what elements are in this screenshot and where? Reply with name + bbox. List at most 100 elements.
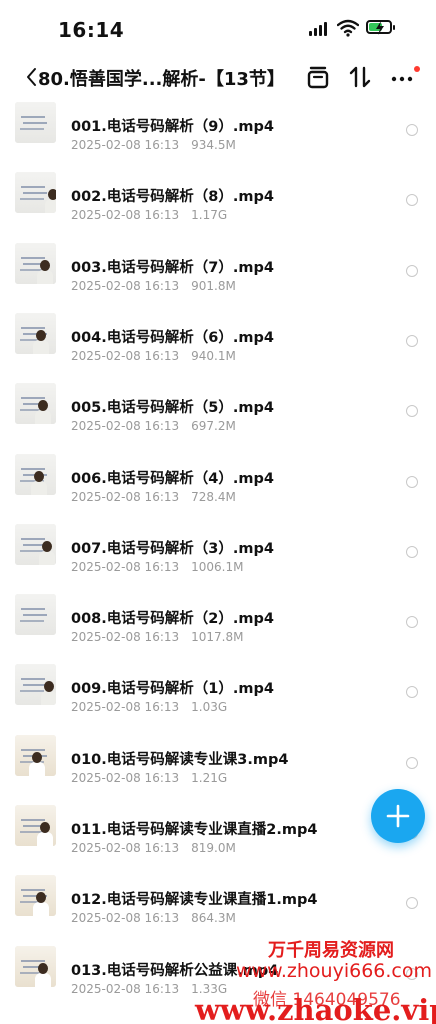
file-date: 2025-02-08 16:13 — [71, 349, 180, 363]
file-size: 1.21G — [191, 771, 228, 785]
file-date: 2025-02-08 16:13 — [71, 138, 180, 152]
file-meta: 2025-02-08 16:13 1.03G — [71, 700, 227, 714]
file-date: 2025-02-08 16:13 — [71, 208, 180, 222]
file-meta: 2025-02-08 16:13 934.5M — [71, 138, 236, 152]
file-row[interactable]: 006.电话号码解析（4）.mp4 2025-02-08 16:13 728.4M — [0, 454, 436, 514]
file-size: 1006.1M — [191, 560, 244, 574]
file-row[interactable]: 008.电话号码解析（2）.mp4 2025-02-08 16:13 1017.8M — [0, 594, 436, 654]
status-bar: 16:14 — [0, 0, 436, 56]
file-name: 010.电话号码解读专业课3.mp4 — [71, 752, 289, 768]
file-meta: 2025-02-08 16:13 819.0M — [71, 841, 236, 855]
file-date: 2025-02-08 16:13 — [71, 419, 180, 433]
status-time: 16:14 — [58, 18, 125, 42]
select-radio[interactable] — [406, 616, 418, 628]
screen: 16:14 80.悟善国学...解析-【13节】 001.电话号码解析（9）.m… — [0, 0, 436, 1024]
file-name: 002.电话号码解析（8）.mp4 — [71, 189, 274, 205]
file-name: 003.电话号码解析（7）.mp4 — [71, 260, 274, 276]
file-row[interactable]: 001.电话号码解析（9）.mp4 2025-02-08 16:13 934.5M — [0, 102, 436, 162]
file-date: 2025-02-08 16:13 — [71, 841, 180, 855]
file-row[interactable]: 010.电话号码解读专业课3.mp4 2025-02-08 16:13 1.21G — [0, 735, 436, 795]
file-meta: 2025-02-08 16:13 1.21G — [71, 771, 227, 785]
file-row[interactable]: 009.电话号码解析（1）.mp4 2025-02-08 16:13 1.03G — [0, 664, 436, 724]
select-radio[interactable] — [406, 546, 418, 558]
file-size: 1.03G — [191, 700, 228, 714]
file-meta: 2025-02-08 16:13 1006.1M — [71, 560, 243, 574]
file-row[interactable]: 004.电话号码解析（6）.mp4 2025-02-08 16:13 940.1M — [0, 313, 436, 373]
video-thumbnail — [15, 664, 56, 705]
select-radio[interactable] — [406, 405, 418, 417]
file-date: 2025-02-08 16:13 — [71, 560, 180, 574]
wifi-icon — [337, 19, 359, 37]
battery-icon — [366, 20, 395, 35]
file-name: 006.电话号码解析（4）.mp4 — [71, 471, 274, 487]
file-date: 2025-02-08 16:13 — [71, 279, 180, 293]
file-meta: 2025-02-08 16:13 1.17G — [71, 208, 227, 222]
file-meta: 2025-02-08 16:13 1.33G — [71, 982, 227, 996]
file-date: 2025-02-08 16:13 — [71, 630, 180, 644]
video-thumbnail — [15, 875, 56, 916]
file-name: 004.电话号码解析（6）.mp4 — [71, 330, 274, 346]
file-meta: 2025-02-08 16:13 728.4M — [71, 490, 236, 504]
file-meta: 2025-02-08 16:13 1017.8M — [71, 630, 243, 644]
file-size: 1017.8M — [191, 630, 244, 644]
file-name: 005.电话号码解析（5）.mp4 — [71, 400, 274, 416]
file-date: 2025-02-08 16:13 — [71, 982, 180, 996]
file-row[interactable]: 007.电话号码解析（3）.mp4 2025-02-08 16:13 1006.1M — [0, 524, 436, 584]
file-name: 001.电话号码解析（9）.mp4 — [71, 119, 274, 135]
video-thumbnail — [15, 454, 56, 495]
file-size: 1.33G — [191, 982, 228, 996]
select-radio[interactable] — [406, 194, 418, 206]
header: 80.悟善国学...解析-【13节】 — [0, 58, 436, 98]
signal-icon — [309, 22, 331, 36]
file-size: 728.4M — [191, 490, 236, 504]
video-thumbnail — [15, 102, 56, 143]
file-size: 1.17G — [191, 208, 228, 222]
select-radio[interactable] — [406, 476, 418, 488]
file-size: 819.0M — [191, 841, 236, 855]
file-size: 940.1M — [191, 349, 236, 363]
more-icon[interactable] — [390, 64, 414, 90]
select-radio[interactable] — [406, 968, 418, 980]
select-radio[interactable] — [406, 897, 418, 909]
file-name: 008.电话号码解析（2）.mp4 — [71, 611, 274, 627]
file-name: 007.电话号码解析（3）.mp4 — [71, 541, 274, 557]
file-row[interactable]: 005.电话号码解析（5）.mp4 2025-02-08 16:13 697.2M — [0, 383, 436, 443]
file-meta: 2025-02-08 16:13 901.8M — [71, 279, 236, 293]
file-meta: 2025-02-08 16:13 697.2M — [71, 419, 236, 433]
file-name: 013.电话号码解析公益课.mp4 — [71, 963, 279, 979]
select-radio[interactable] — [406, 124, 418, 136]
video-thumbnail — [15, 805, 56, 846]
file-meta: 2025-02-08 16:13 940.1M — [71, 349, 236, 363]
page-title: 80.悟善国学...解析-【13节】 — [38, 69, 285, 90]
file-row[interactable]: 013.电话号码解析公益课.mp4 2025-02-08 16:13 1.33G — [0, 946, 436, 1006]
notification-dot — [414, 66, 420, 72]
select-icon[interactable] — [306, 64, 330, 90]
video-thumbnail — [15, 243, 56, 284]
plus-icon — [386, 804, 410, 828]
file-name: 012.电话号码解读专业课直播1.mp4 — [71, 892, 318, 908]
file-name: 009.电话号码解析（1）.mp4 — [71, 681, 274, 697]
file-row[interactable]: 012.电话号码解读专业课直播1.mp4 2025-02-08 16:13 864.… — [0, 875, 436, 935]
video-thumbnail — [15, 313, 56, 354]
select-radio[interactable] — [406, 686, 418, 698]
video-thumbnail — [15, 172, 56, 213]
file-size: 934.5M — [191, 138, 236, 152]
file-name: 011.电话号码解读专业课直播2.mp4 — [71, 822, 318, 838]
video-thumbnail — [15, 735, 56, 776]
back-icon[interactable] — [24, 66, 38, 88]
video-thumbnail — [15, 594, 56, 635]
file-row[interactable]: 002.电话号码解析（8）.mp4 2025-02-08 16:13 1.17G — [0, 172, 436, 232]
select-radio[interactable] — [406, 265, 418, 277]
file-date: 2025-02-08 16:13 — [71, 911, 180, 925]
file-size: 864.3M — [191, 911, 236, 925]
video-thumbnail — [15, 383, 56, 424]
video-thumbnail — [15, 946, 56, 987]
file-date: 2025-02-08 16:13 — [71, 490, 180, 504]
select-radio[interactable] — [406, 335, 418, 347]
video-thumbnail — [15, 524, 56, 565]
file-date: 2025-02-08 16:13 — [71, 771, 180, 785]
add-button[interactable] — [371, 789, 425, 843]
sort-icon[interactable] — [348, 64, 372, 90]
file-row[interactable]: 003.电话号码解析（7）.mp4 2025-02-08 16:13 901.8M — [0, 243, 436, 303]
select-radio[interactable] — [406, 757, 418, 769]
